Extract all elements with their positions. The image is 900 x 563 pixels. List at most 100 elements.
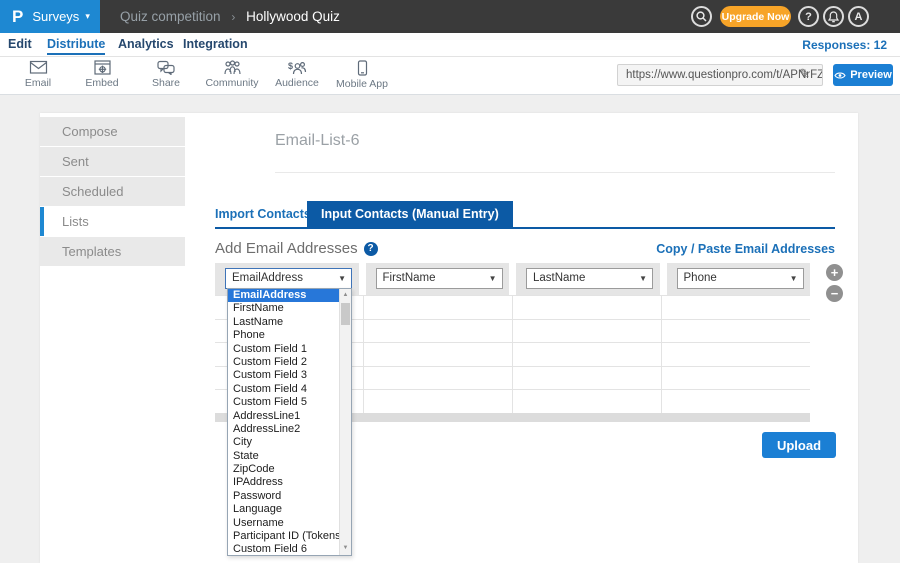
dropdown-option[interactable]: Custom Field 4 [228, 383, 339, 396]
toolbar-label: Audience [275, 77, 319, 89]
nav-item-edit[interactable]: Edit [8, 33, 32, 55]
toolbar-item-community[interactable]: Community [200, 60, 264, 92]
toolbar-item-mobile-app[interactable]: Mobile App [330, 60, 394, 92]
dropdown-option[interactable]: State [228, 450, 339, 463]
breadcrumb-separator-icon: › [231, 10, 235, 24]
toolbar-label: Mobile App [336, 78, 388, 90]
help-button[interactable]: ? [798, 6, 819, 27]
contact-cell[interactable] [661, 320, 810, 343]
column-select-phone[interactable]: Phone ▼ [677, 268, 804, 289]
dropdown-option[interactable]: Custom Field 2 [228, 356, 339, 369]
search-icon [696, 11, 707, 22]
dropdown-option[interactable]: City [228, 436, 339, 449]
chevron-down-icon: ▼ [489, 269, 497, 288]
question-mark-icon: ? [805, 11, 812, 23]
dropdown-option[interactable]: EmailAddress [228, 289, 339, 302]
app-root: P Surveys ▾ Quiz competition › Hollywood… [0, 0, 900, 563]
toolbar-item-share[interactable]: Share [134, 60, 198, 92]
breadcrumb: Quiz competition › Hollywood Quiz [120, 0, 340, 33]
chevron-down-icon: ▼ [790, 269, 798, 288]
toolbar-label: Embed [85, 77, 118, 89]
product-switcher[interactable]: P Surveys ▾ [0, 0, 100, 33]
dropdown-option[interactable]: FirstName [228, 302, 339, 315]
remove-column-button[interactable]: − [826, 285, 843, 302]
nav-item-integration[interactable]: Integration [183, 33, 248, 55]
dropdown-option[interactable]: AddressLine2 [228, 423, 339, 436]
embed-icon [94, 60, 111, 75]
scroll-down-icon[interactable]: ▼ [340, 542, 351, 555]
toolbar-label: Share [152, 77, 180, 89]
contact-cell[interactable] [363, 343, 512, 366]
dropdown-option[interactable]: AddressLine1 [228, 410, 339, 423]
dropdown-option[interactable]: Password [228, 490, 339, 503]
sidebar-item-scheduled[interactable]: Scheduled [40, 177, 185, 206]
dropdown-option[interactable]: Custom Field 3 [228, 369, 339, 382]
chevron-down-icon: ▼ [338, 269, 346, 288]
survey-url-input[interactable]: https://www.questionpro.com/t/APNrFZ [617, 64, 823, 86]
sidebar-item-templates[interactable]: Templates [40, 237, 185, 266]
dropdown-option[interactable]: Language [228, 503, 339, 516]
contact-cell[interactable] [661, 296, 810, 319]
column-select-lastname[interactable]: LastName ▼ [526, 268, 653, 289]
audience-icon: $ [287, 60, 307, 75]
product-name: Surveys [32, 9, 79, 24]
dropdown-options: EmailAddress FirstName LastName Phone Cu… [228, 289, 339, 555]
dropdown-option[interactable]: Username [228, 517, 339, 530]
help-badge-icon[interactable]: ? [364, 242, 378, 256]
contact-cell[interactable] [363, 296, 512, 319]
chevron-down-icon: ▼ [639, 269, 647, 288]
topbar: P Surveys ▾ Quiz competition › Hollywood… [0, 0, 900, 33]
account-avatar[interactable]: A [848, 6, 869, 27]
toolbar-item-email[interactable]: Email [6, 60, 70, 92]
community-icon [223, 60, 242, 75]
dropdown-option[interactable]: IPAddress [228, 476, 339, 489]
column-select-emailaddress[interactable]: EmailAddress ▼ [225, 268, 352, 289]
notifications-button[interactable] [823, 6, 844, 27]
toolbar-item-audience[interactable]: $ Audience [265, 60, 329, 92]
distribute-toolbar: Email Embed Share Community [0, 57, 900, 95]
dropdown-option[interactable]: Custom Field 1 [228, 343, 339, 356]
title-divider [275, 172, 835, 173]
scrollbar-thumb[interactable] [341, 303, 350, 325]
responses-count[interactable]: Responses: 12 [802, 33, 887, 57]
toolbar-item-embed[interactable]: Embed [70, 60, 134, 92]
contact-cell[interactable] [512, 390, 661, 413]
dropdown-option[interactable]: ZipCode [228, 463, 339, 476]
dropdown-option[interactable]: Custom Field 6 [228, 543, 339, 555]
contact-cell[interactable] [512, 296, 661, 319]
dropdown-option[interactable]: Custom Field 5 [228, 396, 339, 409]
section-title: Add Email Addresses? [215, 240, 378, 257]
dropdown-option[interactable]: Phone [228, 329, 339, 342]
tab-import-contacts[interactable]: Import Contacts [215, 202, 311, 227]
copy-paste-email-link[interactable]: Copy / Paste Email Addresses [656, 242, 835, 256]
contact-cell[interactable] [512, 367, 661, 390]
sidebar-item-lists[interactable]: Lists [40, 207, 185, 236]
nav-item-analytics[interactable]: Analytics [118, 33, 174, 55]
upgrade-now-button[interactable]: Upgrade Now [720, 6, 791, 27]
preview-button[interactable]: Preview [833, 64, 893, 86]
search-button[interactable] [691, 6, 712, 27]
contact-cell[interactable] [363, 320, 512, 343]
contact-cell[interactable] [512, 320, 661, 343]
breadcrumb-parent[interactable]: Quiz competition [120, 9, 221, 24]
dropdown-scrollbar[interactable]: ▲ ▼ [339, 289, 351, 555]
contact-cell[interactable] [661, 367, 810, 390]
contact-cell[interactable] [512, 343, 661, 366]
upload-button[interactable]: Upload [762, 432, 836, 458]
dropdown-option[interactable]: LastName [228, 316, 339, 329]
nav-item-distribute[interactable]: Distribute [47, 33, 105, 55]
dropdown-option[interactable]: Participant ID (Tokens) [228, 530, 339, 543]
scroll-up-icon[interactable]: ▲ [340, 289, 351, 302]
sidebar-item-sent[interactable]: Sent [40, 147, 185, 176]
contact-cell[interactable] [661, 343, 810, 366]
survey-nav: Edit Distribute Analytics Integration Re… [0, 33, 900, 57]
add-column-button[interactable]: + [826, 264, 843, 281]
contact-cell[interactable] [661, 390, 810, 413]
sidebar-item-compose[interactable]: Compose [40, 117, 185, 146]
column-select-firstname[interactable]: FirstName ▼ [376, 268, 503, 289]
tab-input-contacts-manual[interactable]: Input Contacts (Manual Entry) [307, 201, 513, 228]
toolbar-label: Email [25, 77, 51, 89]
contact-cell[interactable] [363, 367, 512, 390]
edit-url-icon[interactable]: ✎ [799, 66, 810, 82]
contact-cell[interactable] [363, 390, 512, 413]
